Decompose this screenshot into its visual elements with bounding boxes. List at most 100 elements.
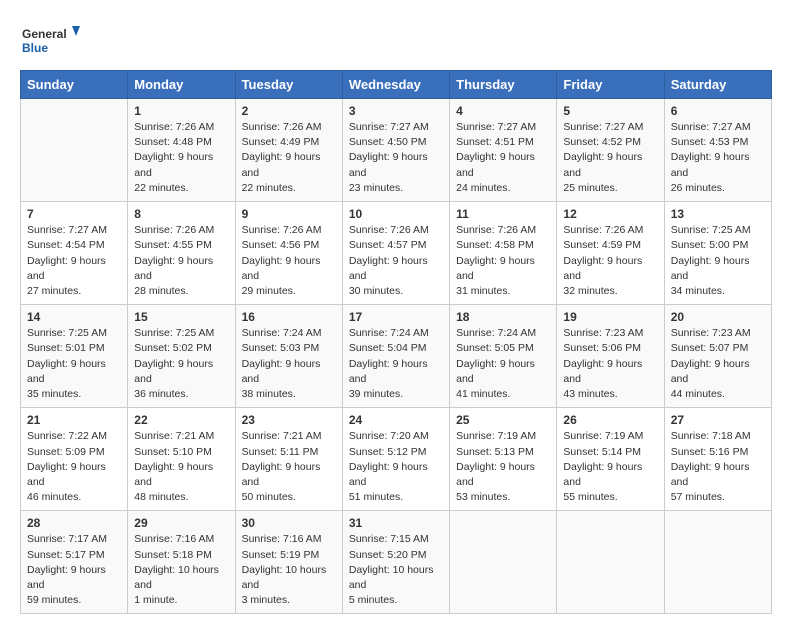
day-info: Sunrise: 7:21 AMSunset: 5:10 PMDaylight:… (134, 429, 228, 505)
day-number: 8 (134, 207, 228, 221)
day-info: Sunrise: 7:22 AMSunset: 5:09 PMDaylight:… (27, 429, 121, 505)
day-info: Sunrise: 7:15 AMSunset: 5:20 PMDaylight:… (349, 532, 443, 608)
day-number: 7 (27, 207, 121, 221)
day-info: Sunrise: 7:16 AMSunset: 5:18 PMDaylight:… (134, 532, 228, 608)
calendar-cell: 8 Sunrise: 7:26 AMSunset: 4:55 PMDaylight… (128, 202, 235, 305)
day-info: Sunrise: 7:27 AMSunset: 4:53 PMDaylight:… (671, 120, 765, 196)
day-header-wednesday: Wednesday (342, 71, 449, 99)
calendar-cell: 15 Sunrise: 7:25 AMSunset: 5:02 PMDayligh… (128, 305, 235, 408)
page-header: General Blue (20, 20, 772, 60)
day-info: Sunrise: 7:27 AMSunset: 4:54 PMDaylight:… (27, 223, 121, 299)
day-number: 5 (563, 104, 657, 118)
day-info: Sunrise: 7:20 AMSunset: 5:12 PMDaylight:… (349, 429, 443, 505)
day-number: 31 (349, 516, 443, 530)
day-number: 10 (349, 207, 443, 221)
day-number: 22 (134, 413, 228, 427)
day-number: 29 (134, 516, 228, 530)
day-info: Sunrise: 7:25 AMSunset: 5:00 PMDaylight:… (671, 223, 765, 299)
logo: General Blue (20, 20, 80, 60)
week-row-1: 7 Sunrise: 7:27 AMSunset: 4:54 PMDaylight… (21, 202, 772, 305)
days-header-row: SundayMondayTuesdayWednesdayThursdayFrid… (21, 71, 772, 99)
day-info: Sunrise: 7:24 AMSunset: 5:05 PMDaylight:… (456, 326, 550, 402)
day-number: 1 (134, 104, 228, 118)
day-info: Sunrise: 7:26 AMSunset: 4:49 PMDaylight:… (242, 120, 336, 196)
day-number: 14 (27, 310, 121, 324)
calendar-cell: 19 Sunrise: 7:23 AMSunset: 5:06 PMDayligh… (557, 305, 664, 408)
day-number: 6 (671, 104, 765, 118)
day-header-thursday: Thursday (450, 71, 557, 99)
calendar-cell: 5 Sunrise: 7:27 AMSunset: 4:52 PMDaylight… (557, 99, 664, 202)
calendar-cell: 13 Sunrise: 7:25 AMSunset: 5:00 PMDayligh… (664, 202, 771, 305)
logo-icon: General Blue (20, 20, 80, 60)
day-number: 30 (242, 516, 336, 530)
day-info: Sunrise: 7:17 AMSunset: 5:17 PMDaylight:… (27, 532, 121, 608)
day-header-friday: Friday (557, 71, 664, 99)
calendar-cell: 10 Sunrise: 7:26 AMSunset: 4:57 PMDayligh… (342, 202, 449, 305)
day-info: Sunrise: 7:26 AMSunset: 4:55 PMDaylight:… (134, 223, 228, 299)
calendar-cell (664, 511, 771, 614)
calendar-cell: 9Sunrise: 7:26 AMSunset: 4:56 PMDaylight… (235, 202, 342, 305)
day-number: 28 (27, 516, 121, 530)
day-number: 17 (349, 310, 443, 324)
day-info: Sunrise: 7:25 AMSunset: 5:02 PMDaylight:… (134, 326, 228, 402)
week-row-0: 1 Sunrise: 7:26 AMSunset: 4:48 PMDaylight… (21, 99, 772, 202)
calendar-cell: 21Sunrise: 7:22 AMSunset: 5:09 PMDayligh… (21, 408, 128, 511)
calendar-cell: 28 Sunrise: 7:17 AMSunset: 5:17 PMDayligh… (21, 511, 128, 614)
day-number: 16 (242, 310, 336, 324)
day-header-saturday: Saturday (664, 71, 771, 99)
day-number: 15 (134, 310, 228, 324)
calendar-cell: 26 Sunrise: 7:19 AMSunset: 5:14 PMDayligh… (557, 408, 664, 511)
day-info: Sunrise: 7:26 AMSunset: 4:57 PMDaylight:… (349, 223, 443, 299)
day-number: 2 (242, 104, 336, 118)
calendar-cell: 30 Sunrise: 7:16 AMSunset: 5:19 PMDayligh… (235, 511, 342, 614)
calendar-cell: 3Sunrise: 7:27 AMSunset: 4:50 PMDaylight… (342, 99, 449, 202)
day-number: 26 (563, 413, 657, 427)
calendar-cell: 31 Sunrise: 7:15 AMSunset: 5:20 PMDayligh… (342, 511, 449, 614)
calendar-cell: 12 Sunrise: 7:26 AMSunset: 4:59 PMDayligh… (557, 202, 664, 305)
calendar-cell: 1 Sunrise: 7:26 AMSunset: 4:48 PMDaylight… (128, 99, 235, 202)
day-info: Sunrise: 7:19 AMSunset: 5:14 PMDaylight:… (563, 429, 657, 505)
calendar-cell: 24Sunrise: 7:20 AMSunset: 5:12 PMDayligh… (342, 408, 449, 511)
day-number: 12 (563, 207, 657, 221)
day-number: 18 (456, 310, 550, 324)
day-info: Sunrise: 7:18 AMSunset: 5:16 PMDaylight:… (671, 429, 765, 505)
day-info: Sunrise: 7:25 AMSunset: 5:01 PMDaylight:… (27, 326, 121, 402)
day-number: 13 (671, 207, 765, 221)
day-number: 23 (242, 413, 336, 427)
calendar-cell (21, 99, 128, 202)
calendar-cell: 6 Sunrise: 7:27 AMSunset: 4:53 PMDaylight… (664, 99, 771, 202)
day-info: Sunrise: 7:16 AMSunset: 5:19 PMDaylight:… (242, 532, 336, 608)
day-number: 11 (456, 207, 550, 221)
day-header-sunday: Sunday (21, 71, 128, 99)
day-info: Sunrise: 7:27 AMSunset: 4:52 PMDaylight:… (563, 120, 657, 196)
calendar-cell: 17Sunrise: 7:24 AMSunset: 5:04 PMDayligh… (342, 305, 449, 408)
day-number: 27 (671, 413, 765, 427)
calendar-cell: 14 Sunrise: 7:25 AMSunset: 5:01 PMDayligh… (21, 305, 128, 408)
day-number: 3 (349, 104, 443, 118)
calendar-cell: 23 Sunrise: 7:21 AMSunset: 5:11 PMDayligh… (235, 408, 342, 511)
day-header-tuesday: Tuesday (235, 71, 342, 99)
svg-text:Blue: Blue (22, 41, 48, 55)
calendar-cell: 11 Sunrise: 7:26 AMSunset: 4:58 PMDayligh… (450, 202, 557, 305)
calendar-cell: 27 Sunrise: 7:18 AMSunset: 5:16 PMDayligh… (664, 408, 771, 511)
day-header-monday: Monday (128, 71, 235, 99)
calendar-cell: 7 Sunrise: 7:27 AMSunset: 4:54 PMDaylight… (21, 202, 128, 305)
calendar-cell: 25Sunrise: 7:19 AMSunset: 5:13 PMDayligh… (450, 408, 557, 511)
day-number: 19 (563, 310, 657, 324)
day-info: Sunrise: 7:26 AMSunset: 4:48 PMDaylight:… (134, 120, 228, 196)
day-number: 20 (671, 310, 765, 324)
day-info: Sunrise: 7:24 AMSunset: 5:03 PMDaylight:… (242, 326, 336, 402)
day-info: Sunrise: 7:19 AMSunset: 5:13 PMDaylight:… (456, 429, 550, 505)
day-info: Sunrise: 7:21 AMSunset: 5:11 PMDaylight:… (242, 429, 336, 505)
day-number: 4 (456, 104, 550, 118)
day-info: Sunrise: 7:26 AMSunset: 4:58 PMDaylight:… (456, 223, 550, 299)
calendar-cell: 4 Sunrise: 7:27 AMSunset: 4:51 PMDaylight… (450, 99, 557, 202)
calendar-cell: 16 Sunrise: 7:24 AMSunset: 5:03 PMDayligh… (235, 305, 342, 408)
calendar-table: SundayMondayTuesdayWednesdayThursdayFrid… (20, 70, 772, 614)
day-info: Sunrise: 7:27 AMSunset: 4:51 PMDaylight:… (456, 120, 550, 196)
calendar-cell: 29 Sunrise: 7:16 AMSunset: 5:18 PMDayligh… (128, 511, 235, 614)
calendar-cell: 18 Sunrise: 7:24 AMSunset: 5:05 PMDayligh… (450, 305, 557, 408)
day-info: Sunrise: 7:26 AMSunset: 4:59 PMDaylight:… (563, 223, 657, 299)
day-info: Sunrise: 7:23 AMSunset: 5:06 PMDaylight:… (563, 326, 657, 402)
calendar-cell (557, 511, 664, 614)
